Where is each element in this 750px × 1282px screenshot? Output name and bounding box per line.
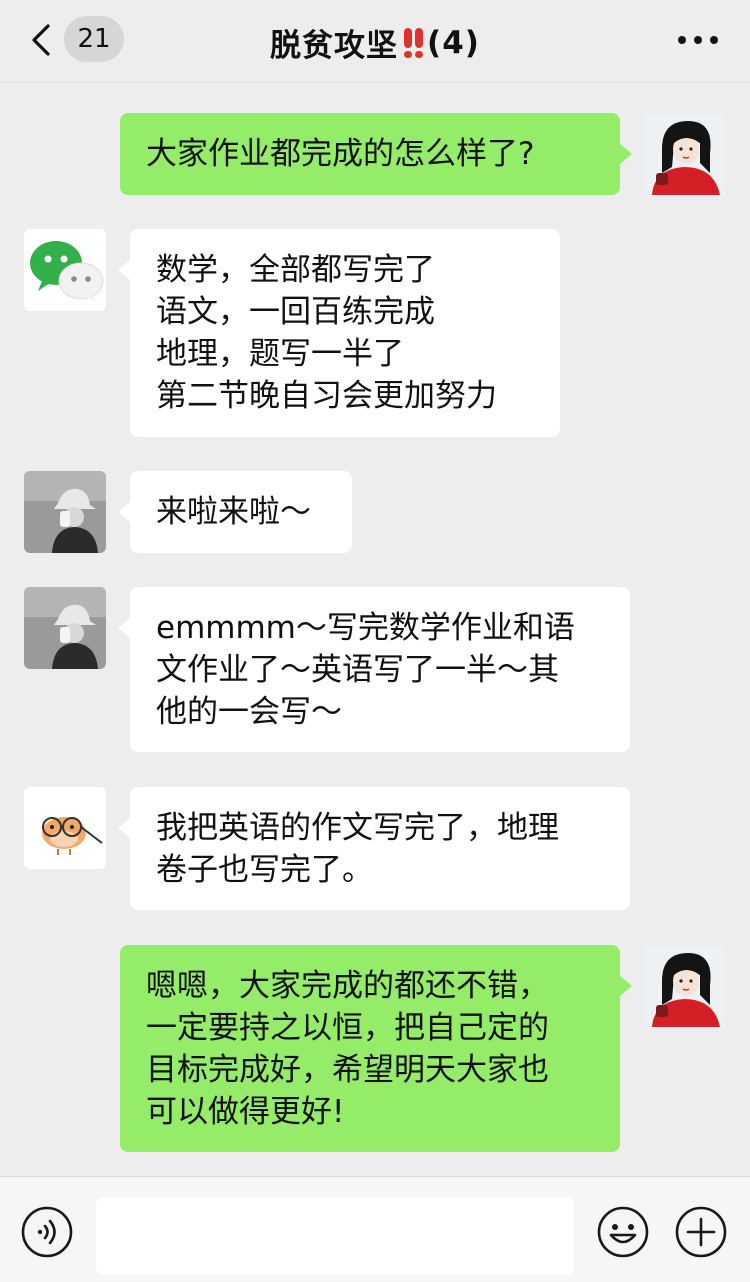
- wechat-logo-avatar[interactable]: [24, 229, 106, 311]
- double-exclamation-icon: [404, 27, 424, 58]
- input-bar: [0, 1176, 750, 1282]
- message-text: 来啦来啦～: [156, 494, 311, 530]
- member-count: (4): [427, 24, 480, 61]
- message-bubble-outgoing[interactable]: 嗯嗯，大家完成的都还不错， 一定要持之以恒，把自己定的 目标完成好，希望明天大家…: [120, 945, 620, 1152]
- message-text: 数学，全部都写完了 语文，一回百练完成 地理，题写一半了 第二节晚自习会更加努力: [156, 252, 497, 414]
- message-bubble-outgoing[interactable]: 大家作业都完成的怎么样了?: [120, 113, 620, 195]
- bird-glasses-avatar[interactable]: [24, 787, 106, 869]
- message-bubble-incoming[interactable]: 来啦来啦～: [130, 471, 352, 553]
- chat-title: 脱贫攻坚 (4): [0, 20, 750, 65]
- bubble-tail: [118, 618, 130, 638]
- message-bubble-incoming[interactable]: emmmm～写完数学作业和语 文作业了～英语写了一半～其 他的一会写～: [130, 587, 630, 752]
- bubble-tail: [118, 818, 130, 838]
- message-text: 大家作业都完成的怎么样了?: [146, 136, 535, 172]
- bubble-tail: [620, 144, 632, 164]
- bucket-hat-person-avatar[interactable]: [24, 471, 106, 553]
- bubble-tail: [620, 976, 632, 996]
- chat-header: 21 脱贫攻坚 (4): [0, 0, 750, 83]
- message-text: 我把英语的作文写完了，地理 卷子也写完了。: [156, 809, 559, 888]
- message-input[interactable]: [96, 1197, 574, 1275]
- plus-icon[interactable]: [674, 1205, 728, 1259]
- bucket-hat-person-avatar[interactable]: [24, 587, 106, 669]
- more-dots-icon[interactable]: [678, 36, 718, 46]
- girl-red-sweater-avatar[interactable]: [644, 945, 726, 1027]
- girl-red-sweater-avatar[interactable]: [644, 113, 726, 195]
- bubble-tail: [118, 260, 130, 280]
- message-text: 嗯嗯，大家完成的都还不错， 一定要持之以恒，把自己定的 目标完成好，希望明天大家…: [146, 967, 549, 1130]
- chat-title-text: 脱贫攻坚: [270, 28, 399, 64]
- voice-icon[interactable]: [20, 1205, 74, 1259]
- bubble-tail: [118, 502, 130, 522]
- message-bubble-incoming[interactable]: 数学，全部都写完了 语文，一回百练完成 地理，题写一半了 第二节晚自习会更加努力: [130, 229, 560, 437]
- emoji-icon[interactable]: [596, 1205, 650, 1259]
- message-text: emmmm～写完数学作业和语 文作业了～英语写了一半～其 他的一会写～: [156, 609, 575, 730]
- message-bubble-incoming[interactable]: 我把英语的作文写完了，地理 卷子也写完了。: [130, 787, 630, 910]
